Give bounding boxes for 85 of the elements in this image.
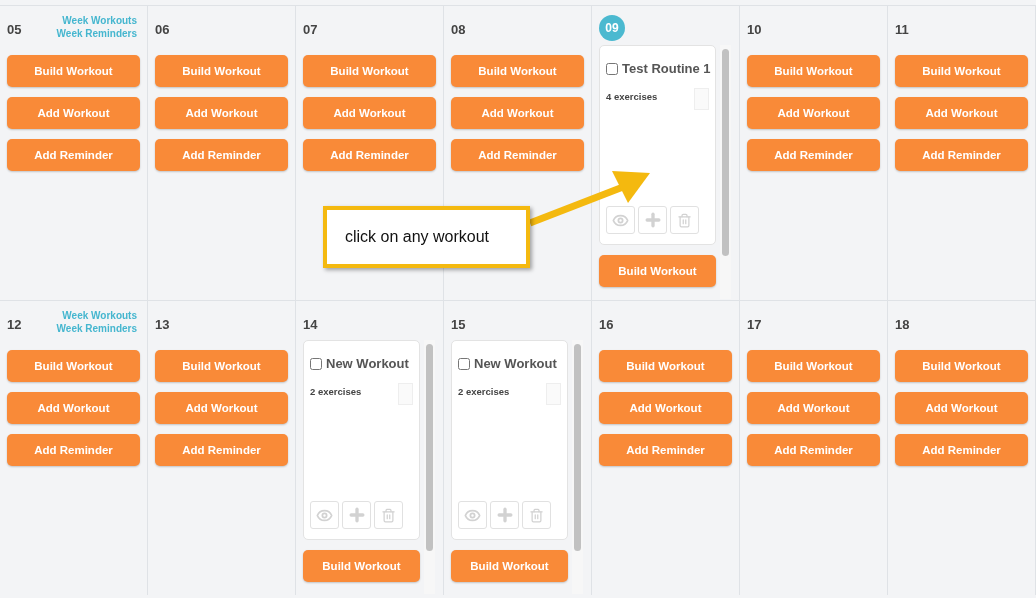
calendar-action-button[interactable]: Build Workout — [895, 55, 1028, 87]
calendar-action-button[interactable]: Add Reminder — [599, 434, 732, 466]
day-number: 08 — [451, 22, 466, 37]
day-number: 12 — [7, 317, 22, 332]
callout-text: click on any workout — [345, 228, 490, 246]
add-button[interactable] — [342, 501, 371, 529]
day-number: 07 — [303, 22, 318, 37]
workout-card[interactable]: New Workout 2 exercises — [451, 340, 568, 540]
scrollbar[interactable] — [572, 340, 583, 594]
scrollbar-thumb[interactable] — [426, 344, 433, 551]
calendar-action-button[interactable]: Build Workout — [747, 55, 880, 87]
exercise-count: 2 exercises — [458, 386, 510, 397]
day-number: 10 — [747, 22, 762, 37]
scrollbar-thumb[interactable] — [722, 49, 729, 256]
week-link[interactable]: Week Reminders — [56, 323, 137, 334]
day-number: 13 — [155, 317, 170, 332]
calendar-action-button[interactable]: Build Workout — [7, 350, 140, 382]
day-number: 18 — [895, 317, 910, 332]
week-link[interactable]: Week Workouts — [62, 15, 137, 26]
view-button[interactable] — [458, 501, 487, 529]
calendar-action-button[interactable]: Add Reminder — [747, 434, 880, 466]
day-number: 17 — [747, 317, 762, 332]
workout-card[interactable]: New Workout 2 exercises — [303, 340, 420, 540]
add-button[interactable] — [638, 206, 667, 234]
calendar-action-button[interactable]: Add Workout — [303, 97, 436, 129]
exercise-count: 4 exercises — [606, 91, 658, 102]
today-badge: 09 — [599, 15, 625, 41]
calendar-action-button[interactable]: Build Workout — [747, 350, 880, 382]
calendar-action-button[interactable]: Add Reminder — [7, 434, 140, 466]
calendar-action-button[interactable]: Build Workout — [155, 350, 288, 382]
calendar-action-button[interactable]: Build Workout — [895, 350, 1028, 382]
workout-checkbox[interactable] — [606, 62, 618, 75]
day-number: 15 — [451, 317, 466, 332]
calendar-action-button[interactable]: Add Workout — [895, 392, 1028, 424]
workout-card[interactable]: Test Routine 1 4 exercises — [599, 45, 716, 245]
calendar-action-button[interactable]: Add Reminder — [895, 139, 1028, 171]
calendar-action-button[interactable]: Add Workout — [155, 392, 288, 424]
delete-button[interactable] — [522, 501, 551, 529]
calendar-action-button[interactable]: Add Workout — [7, 97, 140, 129]
day-number: 06 — [155, 22, 170, 37]
calendar-action-button[interactable]: Add Workout — [747, 97, 880, 129]
calendar-action-button[interactable]: Add Workout — [747, 392, 880, 424]
workout-checkbox[interactable] — [310, 357, 322, 370]
build-workout-button[interactable]: Build Workout — [599, 255, 716, 287]
workout-checkbox[interactable] — [458, 357, 470, 370]
calendar-action-button[interactable]: Build Workout — [303, 55, 436, 87]
calendar-action-button[interactable]: Add Reminder — [7, 139, 140, 171]
calendar-action-button[interactable]: Add Reminder — [155, 434, 288, 466]
delete-button[interactable] — [374, 501, 403, 529]
calendar-action-button[interactable]: Add Reminder — [155, 139, 288, 171]
calendar-action-button[interactable]: Add Workout — [7, 392, 140, 424]
calendar-action-button[interactable]: Build Workout — [451, 55, 584, 87]
calendar-action-button[interactable]: Add Reminder — [303, 139, 436, 171]
scrollbar[interactable] — [720, 45, 731, 299]
delete-button[interactable] — [670, 206, 699, 234]
calendar-action-button[interactable]: Add Reminder — [451, 139, 584, 171]
trash-icon — [381, 507, 396, 523]
calendar-action-button[interactable]: Build Workout — [599, 350, 732, 382]
week-link[interactable]: Week Workouts — [62, 310, 137, 321]
day-number: 11 — [895, 22, 909, 37]
add-button[interactable] — [490, 501, 519, 529]
trash-icon — [529, 507, 544, 523]
calendar-action-button[interactable]: Add Workout — [895, 97, 1028, 129]
day-number: 05 — [7, 22, 22, 37]
calendar-action-button[interactable]: Add Workout — [155, 97, 288, 129]
build-workout-button[interactable]: Build Workout — [303, 550, 420, 582]
workout-title: New Workout — [326, 356, 409, 371]
day-number: 14 — [303, 317, 318, 332]
day-number: 16 — [599, 317, 614, 332]
calendar-action-button[interactable]: Add Reminder — [895, 434, 1028, 466]
trash-icon — [677, 212, 692, 228]
calendar-action-button[interactable]: Add Workout — [451, 97, 584, 129]
view-button[interactable] — [310, 501, 339, 529]
calendar-action-button[interactable]: Build Workout — [155, 55, 288, 87]
week-link[interactable]: Week Reminders — [56, 28, 137, 39]
exercise-count: 2 exercises — [310, 386, 362, 397]
calendar-action-button[interactable]: Add Reminder — [747, 139, 880, 171]
calendar-action-button[interactable]: Build Workout — [7, 55, 140, 87]
workout-title: Test Routine 1 — [622, 61, 711, 76]
scrollbar[interactable] — [424, 340, 435, 594]
workout-title: New Workout — [474, 356, 557, 371]
scrollbar-thumb[interactable] — [574, 344, 581, 551]
build-workout-button[interactable]: Build Workout — [451, 550, 568, 582]
view-button[interactable] — [606, 206, 635, 234]
calendar-action-button[interactable]: Add Workout — [599, 392, 732, 424]
